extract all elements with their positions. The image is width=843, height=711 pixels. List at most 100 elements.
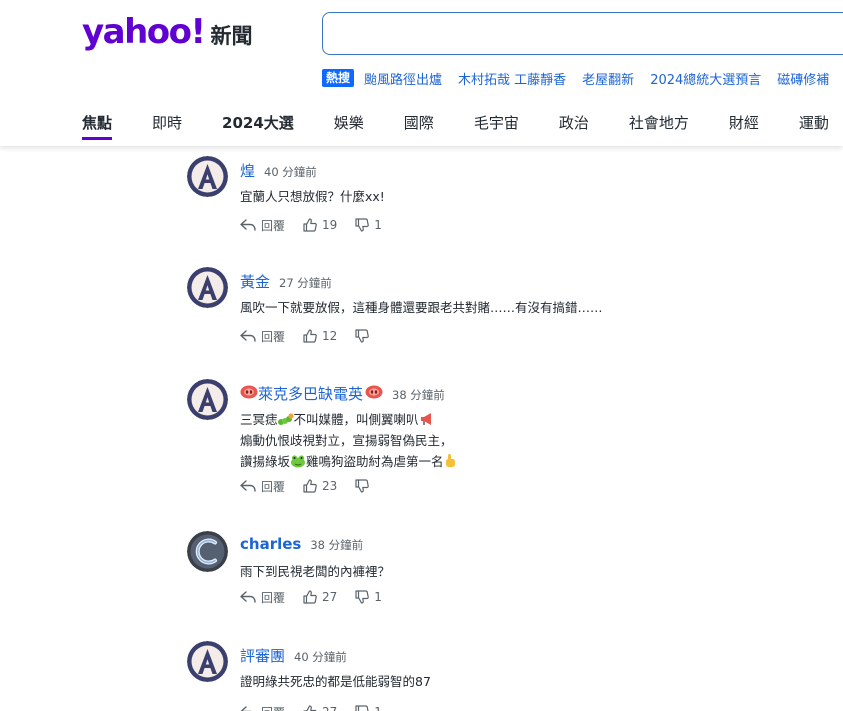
thumbs-down-icon <box>355 590 370 604</box>
dislike-count: 1 <box>374 705 382 711</box>
comment-line: 雨下到民視老闆的內褲裡？ <box>240 564 391 579</box>
trending-link[interactable]: 木村拓哉 工藤靜香 <box>458 69 566 88</box>
yahoo-news-logo[interactable]: yahoo! 新聞 <box>82 12 253 52</box>
thumbs-up-icon <box>303 329 317 343</box>
nav-tab-society[interactable]: 社會地方 <box>629 112 689 140</box>
reply-button[interactable]: 回覆 <box>240 217 285 234</box>
comment-line-text: 不叫媒體，叫側翼喇叭 <box>293 412 419 427</box>
comment-line: 風吹一下就要放假，這種身體還要跟老共對賭……有沒有搞錯…… <box>240 300 603 315</box>
comment-actions: 回覆 27 1 <box>240 588 400 606</box>
like-count: 19 <box>322 218 338 232</box>
comment-line-text: 三冥痣 <box>240 412 278 427</box>
like-button[interactable]: 27 <box>303 705 337 711</box>
index-finger-emoji-icon <box>445 454 455 467</box>
trending-link[interactable]: 2024總統大選預言 <box>650 69 761 88</box>
comment-actions: 回覆 23 <box>240 477 392 495</box>
comment-line-text: 雞鳴狗盜助紂為虐第一名 <box>306 454 444 469</box>
nav-tab-election-2024[interactable]: 2024大選 <box>222 112 294 140</box>
thumbs-down-icon <box>355 479 370 493</box>
commenter-name[interactable]: 煌 <box>240 160 255 181</box>
avatar-a-icon[interactable] <box>187 379 228 420</box>
like-button[interactable]: 27 <box>303 590 337 604</box>
hot-search-badge: 熱搜 <box>322 69 355 87</box>
comment-line-text: 讚揚綠坂 <box>240 454 291 469</box>
comment-line-4: 讚揚綠坂 雞鳴狗盜助紂為虐第一名 <box>240 451 456 472</box>
nav-tab-politics[interactable]: 政治 <box>559 112 589 140</box>
category-nav: 焦點 即時 2024大選 娛樂 國際 毛宇宙 政治 社會地方 財經 運動 <box>82 112 843 142</box>
comment-text: 雨下到民視老闆的內褲裡？ <box>240 561 390 582</box>
dislike-button[interactable] <box>355 479 374 493</box>
reply-icon <box>240 219 256 231</box>
avatar-a-icon[interactable] <box>187 641 228 682</box>
comment-item: 煌 40 分鐘前 宜蘭人只想放假？什麼xx! 回覆 19 1 <box>187 156 787 256</box>
commenter-name[interactable]: charles <box>240 535 301 553</box>
nav-tab-sports[interactable]: 運動 <box>799 112 829 140</box>
comment-time: 38 分鐘前 <box>310 538 364 552</box>
thumbs-up-icon <box>303 479 317 493</box>
thumbs-up-icon <box>303 705 317 711</box>
reply-label: 回覆 <box>261 218 286 233</box>
reply-button[interactable]: 回覆 <box>240 704 285 711</box>
dislike-button[interactable]: 1 <box>355 590 382 604</box>
reply-button[interactable]: 回覆 <box>240 478 285 495</box>
site-header: yahoo! 新聞 熱搜 颱風路徑出爐 木村拓哉 工藤靜香 老屋翻新 2024總… <box>0 0 843 146</box>
reply-button[interactable]: 回覆 <box>240 589 285 606</box>
like-count: 23 <box>322 479 338 493</box>
nav-tab-international[interactable]: 國際 <box>404 112 434 140</box>
avatar-a-icon[interactable] <box>187 156 228 197</box>
megaphone-emoji-icon <box>420 413 431 425</box>
trending-link[interactable]: 颱風路徑出爐 <box>364 69 442 88</box>
pig-nose-emoji-icon <box>240 385 258 399</box>
avatar-c-icon[interactable] <box>187 531 228 572</box>
commenter-name[interactable]: 萊克多巴缺電英 <box>258 383 363 404</box>
like-count: 27 <box>322 590 338 604</box>
search-input[interactable] <box>322 12 843 55</box>
avatar-a-icon[interactable] <box>187 267 228 308</box>
like-button[interactable]: 19 <box>303 218 337 232</box>
dislike-button[interactable]: 1 <box>355 218 382 232</box>
nav-tab-realtime[interactable]: 即時 <box>152 112 182 140</box>
nav-tab-finance[interactable]: 財經 <box>729 112 759 140</box>
caterpillar-emoji-icon <box>277 413 294 425</box>
comment-text: 三冥痣 不叫媒體，叫側翼喇叭 煽動仇恨歧視對立，宣揚弱智偽民主， 讚揚綠坂 雞鳴狗盜… <box>240 409 456 472</box>
comment-text: 證明綠共死忠的都是低能弱智的87 <box>240 671 431 692</box>
comment-actions: 回覆 27 1 <box>240 703 400 711</box>
pig-nose-emoji-icon <box>365 385 383 399</box>
like-button[interactable]: 12 <box>303 329 337 343</box>
logo-section-name: 新聞 <box>210 24 253 48</box>
reply-label: 回覆 <box>261 704 285 711</box>
thumbs-down-icon <box>355 705 369 711</box>
dislike-count: 1 <box>374 590 382 604</box>
trending-link[interactable]: 磁磚修補 <box>777 69 829 88</box>
dislike-button[interactable] <box>355 329 374 343</box>
thumbs-down-icon <box>355 329 370 343</box>
commenter-name[interactable]: 黃金 <box>240 271 270 292</box>
nav-tab-focus[interactable]: 焦點 <box>82 112 113 140</box>
comment-line: 證明綠共死忠的都是低能弱智的87 <box>240 674 431 689</box>
commenter-name[interactable]: 評審團 <box>240 645 285 666</box>
like-count: 27 <box>322 705 337 711</box>
reply-icon <box>240 591 256 603</box>
comment-time: 40 分鐘前 <box>264 165 317 179</box>
comment-line: 宜蘭人只想放假？什麼xx! <box>240 189 385 204</box>
comment-text: 風吹一下就要放假，這種身體還要跟老共對賭……有沒有搞錯…… <box>240 297 603 318</box>
dislike-button[interactable]: 1 <box>355 705 382 711</box>
comment-line: 煽動仇恨歧視對立，宣揚弱智偽民主， <box>240 433 453 448</box>
comment-time: 38 分鐘前 <box>392 388 445 402</box>
thumbs-up-icon <box>303 590 317 604</box>
nav-tab-entertainment[interactable]: 娛樂 <box>334 112 364 140</box>
comment-line-1: 三冥痣 不叫媒體，叫側翼喇叭 <box>240 409 456 430</box>
like-button[interactable]: 23 <box>303 479 337 493</box>
nav-tab-pet-universe[interactable]: 毛宇宙 <box>474 112 519 140</box>
reply-icon <box>240 330 256 342</box>
logo-wordmark: yahoo! <box>82 12 206 52</box>
reply-button[interactable]: 回覆 <box>240 328 285 345</box>
reply-icon <box>240 706 252 711</box>
reply-label: 回覆 <box>261 329 286 344</box>
comment-actions: 回覆 12 <box>240 327 392 345</box>
comment-time: 27 分鐘前 <box>279 276 332 290</box>
trending-link[interactable]: 老屋翻新 <box>582 69 634 88</box>
reply-label: 回覆 <box>261 479 286 494</box>
comment-actions: 回覆 19 1 <box>240 216 400 234</box>
thumbs-down-icon <box>355 218 370 232</box>
